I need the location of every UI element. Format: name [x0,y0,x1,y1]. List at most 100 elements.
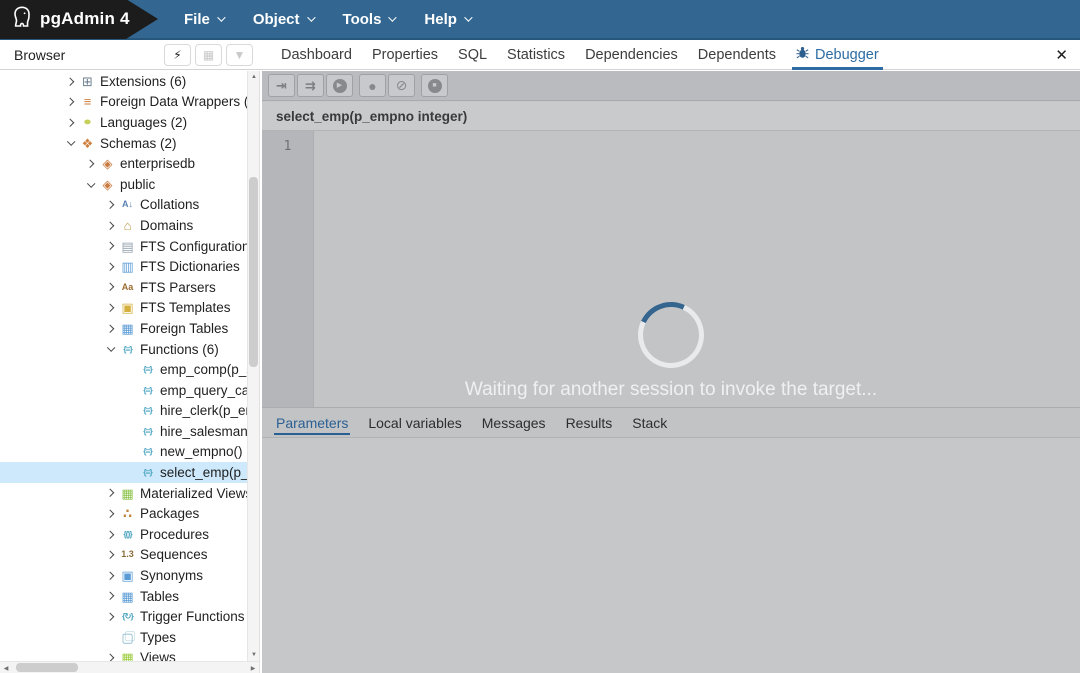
tree-item-label: Views [140,650,176,661]
fts-dictionaries-icon: ▥ [121,259,134,275]
debugger-code-editor[interactable]: 1 Waiting for another session to invoke … [262,131,1080,407]
bottom-tab-local-variables[interactable]: Local variables [358,408,471,437]
tab-label: Statistics [507,46,566,63]
tab-properties[interactable]: Properties [362,40,448,70]
tab-dependencies[interactable]: Dependencies [575,40,688,70]
vertical-scroll-thumb[interactable] [249,177,258,367]
chevron-right-icon[interactable] [102,303,118,312]
tree-item-foreign-data-wrappers-2[interactable]: ≡ Foreign Data Wrappers (2) [0,92,247,113]
fts-configurations-icon: ▤ [121,238,134,254]
chevron-right-icon[interactable] [82,159,98,168]
tree-item-extensions-6[interactable]: ⊞ Extensions (6) [0,71,247,92]
fts-parsers-icon: Aa [121,281,134,292]
chevron-right-icon[interactable] [102,489,118,498]
tree-item-hire-clerk-p-ename[interactable]: {≡} hire_clerk(p_ename [0,401,247,422]
menu-label: Object [252,10,300,28]
foreign-tables-icon: ▦ [121,320,134,336]
tree-item-fts-templates[interactable]: ▣ FTS Templates [0,298,247,319]
chevron-right-icon[interactable] [102,551,118,559]
clear-breakpoints-button[interactable]: ⊘ [388,74,415,97]
chevron-right-icon[interactable] [62,98,78,106]
tree-item-fts-dictionaries[interactable]: ▥ FTS Dictionaries [0,256,247,277]
menu-object[interactable]: Object [252,10,316,28]
tab-sql[interactable]: SQL [448,40,497,70]
tree-item-domains[interactable]: ⌂ Domains [0,215,247,236]
chevron-down-icon[interactable] [102,343,118,352]
filter-button[interactable]: ▼ [226,43,253,66]
tree-item-public[interactable]: ◈ public [0,174,247,195]
menu-help[interactable]: Help [424,10,473,28]
chevron-right-icon[interactable] [102,200,118,209]
tree-item-languages-2[interactable]: ● Languages (2) [0,112,247,133]
chevron-right-icon[interactable] [102,612,118,621]
chevron-right-icon[interactable] [102,530,118,539]
tree-horizontal-scrollbar[interactable]: ◀ ▶ [0,661,259,673]
tree-item-functions-6[interactable]: {≡} Functions (6) [0,339,247,360]
chevron-right-icon[interactable] [102,509,118,518]
tree-item-new-empno[interactable]: {≡} new_empno() [0,442,247,463]
chevron-down-icon[interactable] [62,137,78,146]
query-tool-button[interactable]: ▦ [195,43,222,66]
function-icon: {≡} [143,467,153,478]
tree-item-foreign-tables[interactable]: ▦ Foreign Tables [0,318,247,339]
chevron-right-icon[interactable] [102,324,118,333]
tree-item-hire-salesman-p-e[interactable]: {≡} hire_salesman(p_e [0,421,247,442]
chevron-right-icon[interactable] [102,262,118,271]
bottom-tab-messages[interactable]: Messages [472,408,556,437]
chevron-right-icon[interactable] [102,592,118,601]
browser-tree-panel: ⊞ Extensions (6) ≡ Foreign Data Wrappers (2… [0,71,260,673]
tab-statistics[interactable]: Statistics [497,40,575,70]
scroll-right-icon[interactable]: ▶ [247,662,259,673]
tab-dependents[interactable]: Dependents [688,40,786,70]
continue-button[interactable]: ▶ [326,74,353,97]
tree-item-synonyms[interactable]: ▣ Synonyms [0,565,247,586]
debugger-toolbar: ⇥ ⇉ ▶ ● ⊘ ■ [262,71,1080,101]
menu-label: Help [424,10,457,28]
tree-vertical-scrollbar[interactable]: ▲ ▼ [247,71,259,661]
tree-item-views[interactable]: ▦ Views [0,648,247,661]
tree-item-label: Schemas (2) [100,135,177,151]
stop-button[interactable]: ■ [421,74,448,97]
tree-item-materialized-views[interactable]: ▦ Materialized Views [0,483,247,504]
tree-item-fts-parsers[interactable]: Aa FTS Parsers [0,277,247,298]
bottom-tab-stack[interactable]: Stack [622,408,677,437]
bottom-tab-label: Local variables [368,414,462,431]
tab-dashboard[interactable]: Dashboard [271,40,362,70]
chevron-right-icon[interactable] [102,571,118,580]
chevron-right-icon[interactable] [62,77,78,86]
menu-file[interactable]: File [184,11,226,28]
chevron-right-icon[interactable] [102,221,118,230]
tree-item-collations[interactable]: A↓ Collations [0,195,247,216]
tree-item-schemas-2[interactable]: ❖ Schemas (2) [0,133,247,154]
tree-item-procedures[interactable]: {()} Procedures [0,524,247,545]
tree-item-enterprisedb[interactable]: ◈ enterprisedb [0,153,247,174]
chevron-down-icon[interactable] [82,178,98,188]
step-over-button[interactable]: ⇉ [297,74,324,97]
close-icon[interactable]: ✕ [1055,40,1068,70]
bottom-tab-parameters[interactable]: Parameters [266,408,358,437]
scroll-left-icon[interactable]: ◀ [0,662,12,673]
tree-item-select-emp-p-emp[interactable]: {≡} select_emp(p_emp [0,462,247,483]
bottom-tab-results[interactable]: Results [556,408,623,437]
step-into-button[interactable]: ⇥ [268,74,295,97]
tree-item-fts-configurations[interactable]: ▤ FTS Configurations [0,236,247,257]
quick-search-button[interactable]: ⚡ [164,43,191,66]
scroll-down-icon[interactable]: ▼ [248,649,260,661]
tree-item-emp-query-caller[interactable]: {≡} emp_query_caller( [0,380,247,401]
tree-item-emp-comp-p-sal1[interactable]: {≡} emp_comp(p_sal1 [0,359,247,380]
tree-item-trigger-functions[interactable]: {↻} Trigger Functions [0,606,247,627]
tree-item-types[interactable]: ▢ Types [0,627,247,648]
app-logo: pgAdmin 4 [0,0,158,39]
scroll-up-icon[interactable]: ▲ [248,71,260,83]
chevron-right-icon[interactable] [102,242,118,250]
horizontal-scroll-thumb[interactable] [16,663,78,672]
tree-item-label: Packages [140,506,200,522]
tab-debugger[interactable]: Debugger [786,40,889,70]
chevron-right-icon[interactable] [102,283,118,292]
menu-tools[interactable]: Tools [343,11,398,28]
chevron-right-icon[interactable] [102,654,118,661]
tree-item-tables[interactable]: ▦ Tables [0,586,247,607]
tree-item-sequences[interactable]: 1.3 Sequences [0,545,247,566]
toggle-breakpoint-button[interactable]: ● [359,74,386,97]
tree-item-packages[interactable]: ∴ Packages [0,503,247,524]
